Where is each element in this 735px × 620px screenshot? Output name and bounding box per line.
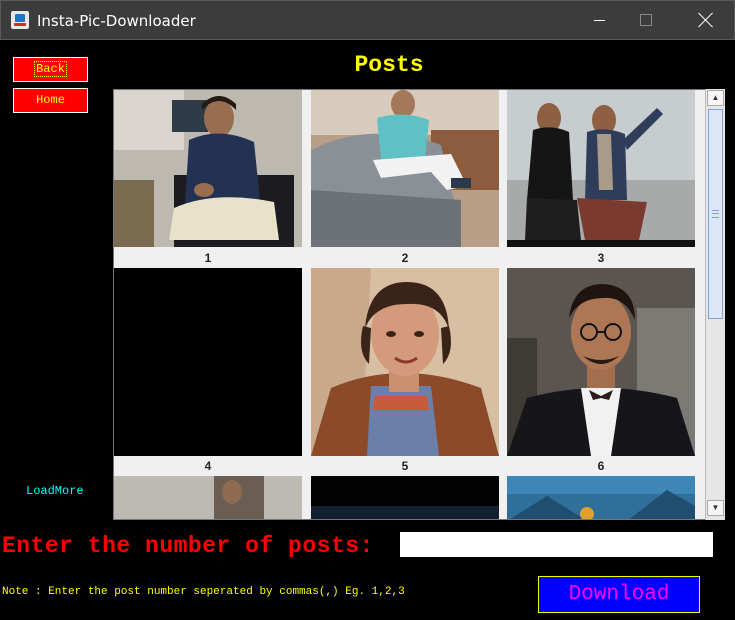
minimize-icon (594, 20, 605, 21)
post-thumbnail[interactable] (114, 268, 302, 456)
download-button[interactable]: Download (538, 576, 700, 613)
post-number: 5 (401, 459, 409, 473)
load-more-link[interactable]: LoadMore (26, 484, 84, 498)
post-item[interactable]: 3 (507, 90, 695, 265)
post-number: 4 (204, 459, 212, 473)
post-thumbnail[interactable] (114, 476, 302, 520)
post-item[interactable]: 4 (114, 268, 302, 476)
post-item[interactable]: 6 (507, 268, 695, 476)
post-number-prompt: Enter the number of posts: (2, 533, 374, 559)
post-number: 1 (204, 251, 212, 265)
post-thumbnail[interactable] (114, 90, 302, 247)
post-number: 2 (401, 251, 409, 265)
post-item[interactable]: 5 (311, 268, 499, 476)
post-thumbnail[interactable] (311, 476, 499, 520)
home-button[interactable]: Home (13, 88, 88, 113)
post-thumbnail[interactable] (507, 476, 695, 520)
title-bar: Insta-Pic-Downloader (0, 0, 735, 40)
posts-scrollbar[interactable]: ▲ ▼ (705, 89, 725, 520)
post-thumbnail[interactable] (311, 268, 499, 456)
post-item[interactable] (311, 476, 499, 520)
maximize-icon (640, 14, 652, 26)
scroll-down-button[interactable]: ▼ (707, 500, 724, 516)
post-number: 3 (597, 251, 605, 265)
scroll-thumb[interactable] (708, 109, 723, 319)
post-item[interactable]: 1 (114, 90, 302, 265)
java-cup-icon (11, 11, 29, 29)
post-number: 6 (597, 459, 605, 473)
back-button[interactable]: Back (13, 57, 88, 82)
post-thumbnail[interactable] (311, 90, 499, 247)
page-title: Posts (354, 52, 424, 78)
close-button[interactable] (683, 1, 729, 39)
post-item[interactable] (507, 476, 695, 520)
post-number-input[interactable] (400, 532, 713, 557)
minimize-button[interactable] (577, 1, 623, 39)
maximize-button[interactable] (623, 1, 669, 39)
window-title: Insta-Pic-Downloader (37, 12, 196, 30)
post-thumbnail[interactable] (507, 90, 695, 247)
close-icon (697, 11, 715, 29)
post-thumbnail[interactable] (507, 268, 695, 456)
back-button-label: Back (34, 61, 67, 77)
scroll-up-button[interactable]: ▲ (707, 90, 724, 106)
posts-grid: 1 2 3 4 5 6 (113, 89, 725, 520)
input-note: Note : Enter the post number seperated b… (2, 586, 405, 598)
post-item[interactable]: 2 (311, 90, 499, 265)
grip-icon (712, 210, 719, 218)
post-item[interactable] (114, 476, 302, 520)
